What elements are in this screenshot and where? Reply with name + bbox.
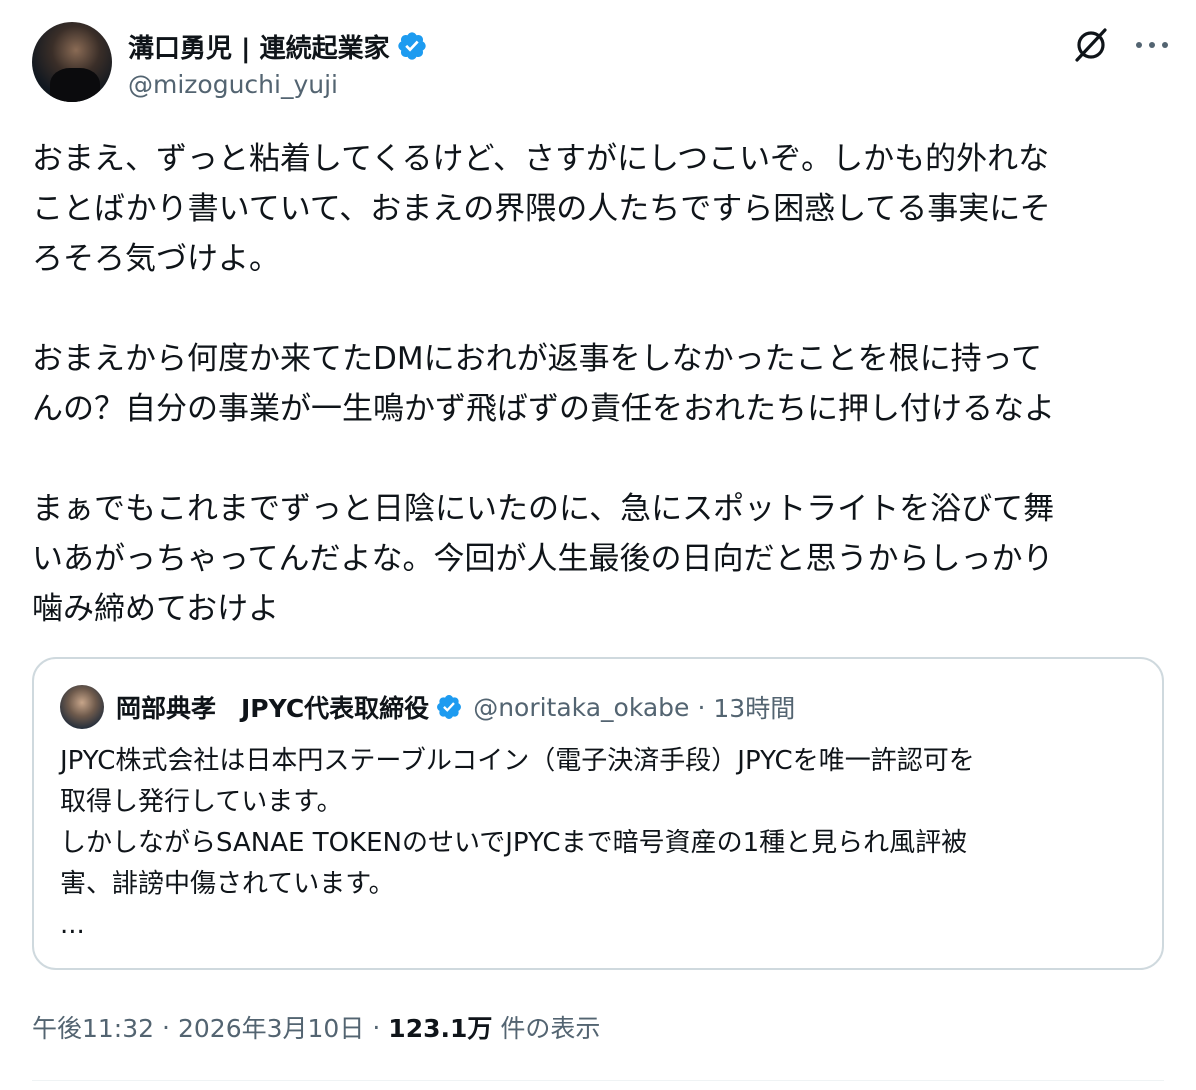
grok-icon[interactable] [1072, 26, 1110, 64]
author-name-row[interactable]: 溝口勇児 | 連続起業家 [128, 28, 428, 64]
quoted-tweet-text: JPYC株式会社は日本円ステーブルコイン（電子決済手段）JPYCを唯一許認可を … [60, 741, 1130, 946]
quoted-avatar[interactable] [60, 685, 104, 729]
quoted-line: ... [60, 910, 85, 940]
tweet-line: まぁでもこれまでずっと日陰にいたのに、急にスポットライトを浴びて舞 [32, 491, 1055, 527]
quoted-line: 取得し発行しています。 [60, 787, 343, 817]
quoted-line: JPYC株式会社は日本円ステーブルコイン（電子決済手段）JPYCを唯一許認可を [60, 746, 975, 776]
view-count-label[interactable]: 件の表示 [500, 1009, 600, 1045]
tweet-line: んの？自分の事業が一生鳴かず飛ばずの責任をおれたちに押し付けるなよ [32, 391, 1055, 427]
author-handle[interactable]: @mizoguchi_yuji [128, 70, 338, 99]
quoted-display-name[interactable]: 岡部典孝 JPYC代表取締役 [116, 689, 429, 725]
quoted-handle[interactable]: @noritaka_okabe [473, 693, 689, 722]
separator-dot: · [162, 1012, 170, 1042]
quoted-line: 害、誹謗中傷されています。 [60, 869, 395, 899]
tweet-time[interactable]: 午後11:32 [32, 1009, 154, 1045]
quoted-line: しかしながらSANAE TOKENのせいでJPYCまで暗号資産の1種と見られ風評… [60, 828, 968, 858]
tweet-metadata: 午後11:32 · 2026年3月10日 · 123.1万 件の表示 [32, 1005, 600, 1049]
tweet-date[interactable]: 2026年3月10日 [178, 1009, 364, 1045]
quoted-timestamp[interactable]: 13時間 [713, 689, 795, 725]
tweet-text: おまえ、ずっと粘着してくるけど、さすがにしつこいぞ。しかも的外れな ことばかり書… [32, 134, 1164, 634]
separator-dot: · [697, 692, 706, 722]
more-options-icon[interactable] [1130, 26, 1174, 64]
divider [32, 1080, 1164, 1081]
verified-badge-icon [397, 32, 426, 60]
separator-dot: · [372, 1012, 381, 1042]
verified-badge-icon [437, 695, 462, 719]
tweet-line: 噛み締めておけよ [32, 591, 280, 627]
quoted-tweet-card[interactable]: 岡部典孝 JPYC代表取締役 @noritaka_okabe · 13時間 JP… [32, 657, 1164, 970]
tweet-header: 溝口勇児 | 連続起業家 @mizoguchi_yuji [32, 22, 1172, 106]
author-display-name[interactable]: 溝口勇児 | 連続起業家 [128, 28, 390, 65]
tweet-line: いあがっちゃってんだよな。今回が人生最後の日向だと思うからしっかり [32, 541, 1054, 577]
tweet-line: ことばかり書いていて、おまえの界隈の人たちですら困惑してる事実にそ [32, 191, 1051, 227]
quoted-tweet-header: 岡部典孝 JPYC代表取締役 @noritaka_okabe · 13時間 [60, 685, 795, 729]
tweet-line: ろそろ気づけよ。 [32, 241, 280, 277]
view-count[interactable]: 123.1万 [388, 1009, 492, 1045]
tweet-line: おまえ、ずっと粘着してくるけど、さすがにしつこいぞ。しかも的外れな [32, 141, 1050, 177]
tweet-line: おまえから何度か来てたDMにおれが返事をしなかったことを根に持って [32, 341, 1043, 377]
avatar[interactable] [32, 22, 112, 102]
